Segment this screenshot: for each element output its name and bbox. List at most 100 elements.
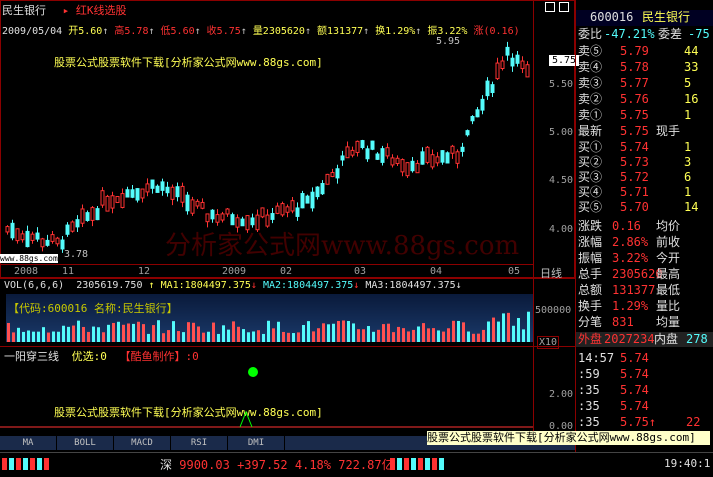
- buy-price: 5.72: [620, 170, 649, 184]
- stat-row[interactable]: 总手 2305620 最高: [576, 267, 713, 282]
- sell-vol: 33: [684, 60, 699, 74]
- buy-row[interactable]: 买③ 5.72 6: [576, 170, 713, 185]
- stat-label-2: 均量: [656, 315, 681, 329]
- stat-label-2: 今开: [656, 251, 681, 265]
- outer-label: 外盘: [578, 332, 603, 346]
- stat-row[interactable]: 涨幅 2.86% 前收: [576, 235, 713, 250]
- x-tick-11: 11: [62, 266, 75, 277]
- vol-unit: X10: [537, 336, 560, 349]
- status-amount: 722.87亿: [338, 458, 394, 472]
- vol-ma3: MA3:1804497.375: [365, 280, 456, 291]
- buy-row[interactable]: 买① 5.74 1: [576, 140, 713, 155]
- buy-vol: 14: [684, 200, 699, 214]
- tab-boll[interactable]: BOLL: [57, 436, 114, 450]
- stat-label-2: 最高: [656, 267, 681, 281]
- x-tick-04: 04: [430, 266, 443, 277]
- sell-row[interactable]: 卖① 5.75 1: [576, 108, 713, 123]
- buy-row[interactable]: 买⑤ 5.70 14: [576, 200, 713, 215]
- maximize-icon[interactable]: [559, 2, 569, 12]
- sell-row[interactable]: 卖③ 5.77 5: [576, 76, 713, 91]
- x-tick-03: 03: [354, 266, 367, 277]
- stat-row[interactable]: 总额 131377 最低: [576, 283, 713, 298]
- ind-title: 一阳穿三线: [4, 350, 59, 363]
- vol-title: VOL(6,6,6): [4, 280, 65, 291]
- y-tick-2: 5.00: [549, 127, 574, 138]
- status-market: 深: [160, 458, 173, 472]
- status-indicator-blocks-right: [390, 458, 446, 470]
- buy-row[interactable]: 买④ 5.71 1: [576, 185, 713, 200]
- ratio-value: -47.21%: [604, 27, 655, 41]
- x-axis: 2008 11 12 2009 02 03 04 05: [0, 264, 533, 278]
- stat-row[interactable]: 振幅 3.22% 今开: [576, 251, 713, 266]
- sell-price: 5.77: [620, 76, 649, 90]
- tick-row[interactable]: 14:57 5.74: [576, 351, 713, 366]
- x-tick-05: 05: [508, 266, 521, 277]
- buy-price: 5.74: [620, 140, 649, 154]
- sell-row[interactable]: 卖② 5.76 16: [576, 92, 713, 107]
- stat-label-2: 最低: [656, 283, 681, 297]
- stat-value: 2305620: [612, 267, 663, 281]
- status-pct: 4.18%: [294, 458, 331, 472]
- status-change: +397.52: [237, 458, 288, 472]
- sell-row[interactable]: 卖④ 5.78 33: [576, 60, 713, 75]
- stat-value: 131377: [612, 283, 656, 297]
- stat-value: 2.86%: [612, 235, 649, 249]
- diff-value: -75: [688, 27, 710, 41]
- quote-code: 600016: [590, 10, 634, 24]
- indicator-header: 一阳穿三线 优选:0 【酷鱼制作】:0: [4, 348, 199, 364]
- outer-inner-row: 外盘 2027234 内盘 278: [576, 332, 713, 347]
- sell-label: 卖⑤: [578, 44, 603, 58]
- tab-macd[interactable]: MACD: [114, 436, 171, 450]
- volume-top-divider: [0, 278, 575, 279]
- sell-price: 5.76: [620, 92, 649, 106]
- status-index: 9900.03: [179, 458, 230, 472]
- x-tick-2008: 2008: [14, 266, 39, 277]
- stat-row[interactable]: 换手 1.29% 量比: [576, 299, 713, 314]
- tab-ma[interactable]: MA: [0, 436, 57, 450]
- sell-label: 卖②: [578, 92, 603, 106]
- quote-header: 600016 民生银行: [576, 10, 713, 26]
- tick-price: 5.74: [620, 351, 649, 365]
- buy-label: 买①: [578, 140, 603, 154]
- sell-row[interactable]: 卖⑤ 5.79 44: [576, 44, 713, 59]
- stat-label: 换手: [578, 299, 603, 313]
- stat-row[interactable]: 分笔 831 均量: [576, 315, 713, 330]
- stat-label: 涨幅: [578, 235, 603, 249]
- buy-row[interactable]: 买② 5.73 3: [576, 155, 713, 170]
- sell-price: 5.79: [620, 44, 649, 58]
- footer-watermark: 股票公式股票软件下载[分析家公式网www.88gs.com]: [427, 431, 710, 445]
- formula-name[interactable]: 红K线选股: [76, 4, 127, 17]
- status-indicator-blocks: [2, 458, 50, 470]
- stat-label-2: 前收: [656, 235, 681, 249]
- tick-time: :35: [578, 383, 600, 397]
- stat-label: 涨跌: [578, 219, 603, 233]
- volume-bars: [7, 311, 530, 342]
- diff-label: 委差: [658, 27, 683, 41]
- sell-price: 5.78: [620, 60, 649, 74]
- buy-label: 买②: [578, 155, 603, 169]
- candlestick-area[interactable]: [0, 30, 533, 264]
- stat-row[interactable]: 涨跌 0.16 均价: [576, 219, 713, 234]
- tab-rsi[interactable]: RSI: [171, 436, 228, 450]
- buy-vol: 3: [684, 155, 692, 169]
- inner-value: 278: [686, 332, 708, 346]
- x-tick-02: 02: [280, 266, 293, 277]
- inner-label: 内盘: [654, 332, 679, 346]
- tab-dmi[interactable]: DMI: [228, 436, 285, 450]
- tick-row[interactable]: :35 5.74: [576, 399, 713, 414]
- stat-value: 0.16: [612, 219, 641, 233]
- tick-row[interactable]: :59 5.74: [576, 367, 713, 382]
- tick-row[interactable]: :35 5.75↑ 22: [576, 415, 713, 430]
- y-tick-1: 5.50: [549, 79, 574, 90]
- buy-vol: 1: [684, 140, 692, 154]
- small-watermark: www.88gs.com: [0, 254, 58, 263]
- latest-label: 最新: [578, 124, 603, 138]
- tick-row[interactable]: :35 5.74: [576, 383, 713, 398]
- formula-arrow-icon: ▸: [62, 4, 70, 17]
- stat-label: 分笔: [578, 315, 603, 329]
- restore-icon[interactable]: [545, 2, 555, 12]
- price-axis-divider: [533, 0, 534, 450]
- buy-label: 买③: [578, 170, 603, 184]
- tick-price: 5.74: [620, 399, 649, 413]
- buy-price: 5.70: [620, 200, 649, 214]
